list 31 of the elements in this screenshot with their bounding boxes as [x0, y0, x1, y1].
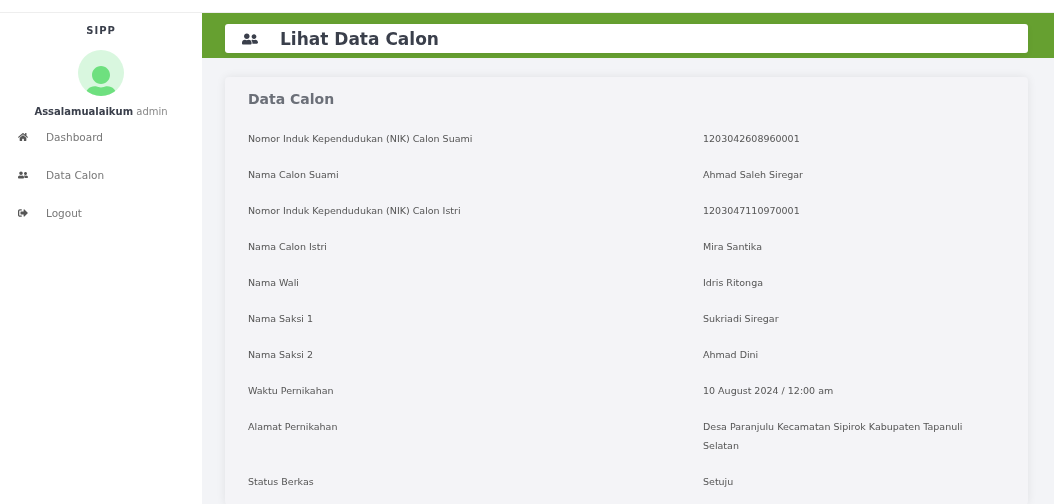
field-label: Nama Saksi 2: [248, 348, 315, 362]
field-label: Waktu Pernikahan: [248, 384, 335, 398]
card-title: Data Calon: [248, 91, 336, 107]
field-label: Nama Calon Suami: [248, 168, 340, 182]
field-value: Ahmad Saleh Siregar: [703, 168, 804, 182]
sidebar-item[interactable]: Logout: [18, 207, 202, 219]
field-value: Idris Ritonga: [703, 276, 764, 290]
field-value: Setuju: [703, 475, 735, 489]
home-icon: [18, 132, 28, 142]
avatar-icon: [78, 50, 124, 96]
field-label: Nomor Induk Kependudukan (NIK) Calon Suami: [248, 132, 474, 146]
page-title: Lihat Data Calon: [280, 28, 439, 49]
field-value: 1203047110970001: [703, 204, 801, 218]
field-label: Nama Calon Istri: [248, 240, 328, 254]
field-value: Desa Paranjulu Kecamatan Sipirok Kabupaten Tapanuli Selatan: [703, 420, 964, 453]
sidebar-item[interactable]: Dashboard: [18, 131, 202, 143]
field-label: Nama Wali: [248, 276, 300, 290]
field-label: Status Berkas: [248, 475, 315, 489]
field-value: 1203042608960001: [703, 132, 801, 146]
brand-title: SIPP: [86, 25, 116, 36]
greeting-text: Assalamualaikum admin: [34, 106, 168, 117]
field-label: Nomor Induk Kependudukan (NIK) Calon Istri: [248, 204, 462, 218]
users-icon: [18, 170, 28, 180]
logout-icon: [18, 208, 28, 218]
field-value: Sukriadi Siregar: [703, 312, 780, 326]
field-value: Mira Santika: [703, 240, 763, 254]
sidebar-item[interactable]: Data Calon: [18, 169, 202, 181]
field-value: 10 August 2024 / 12:00 am: [703, 384, 835, 398]
field-label: Alamat Pernikahan: [248, 420, 339, 434]
field-value: Ahmad Dini: [703, 348, 760, 362]
field-label: Nama Saksi 1: [248, 312, 315, 326]
